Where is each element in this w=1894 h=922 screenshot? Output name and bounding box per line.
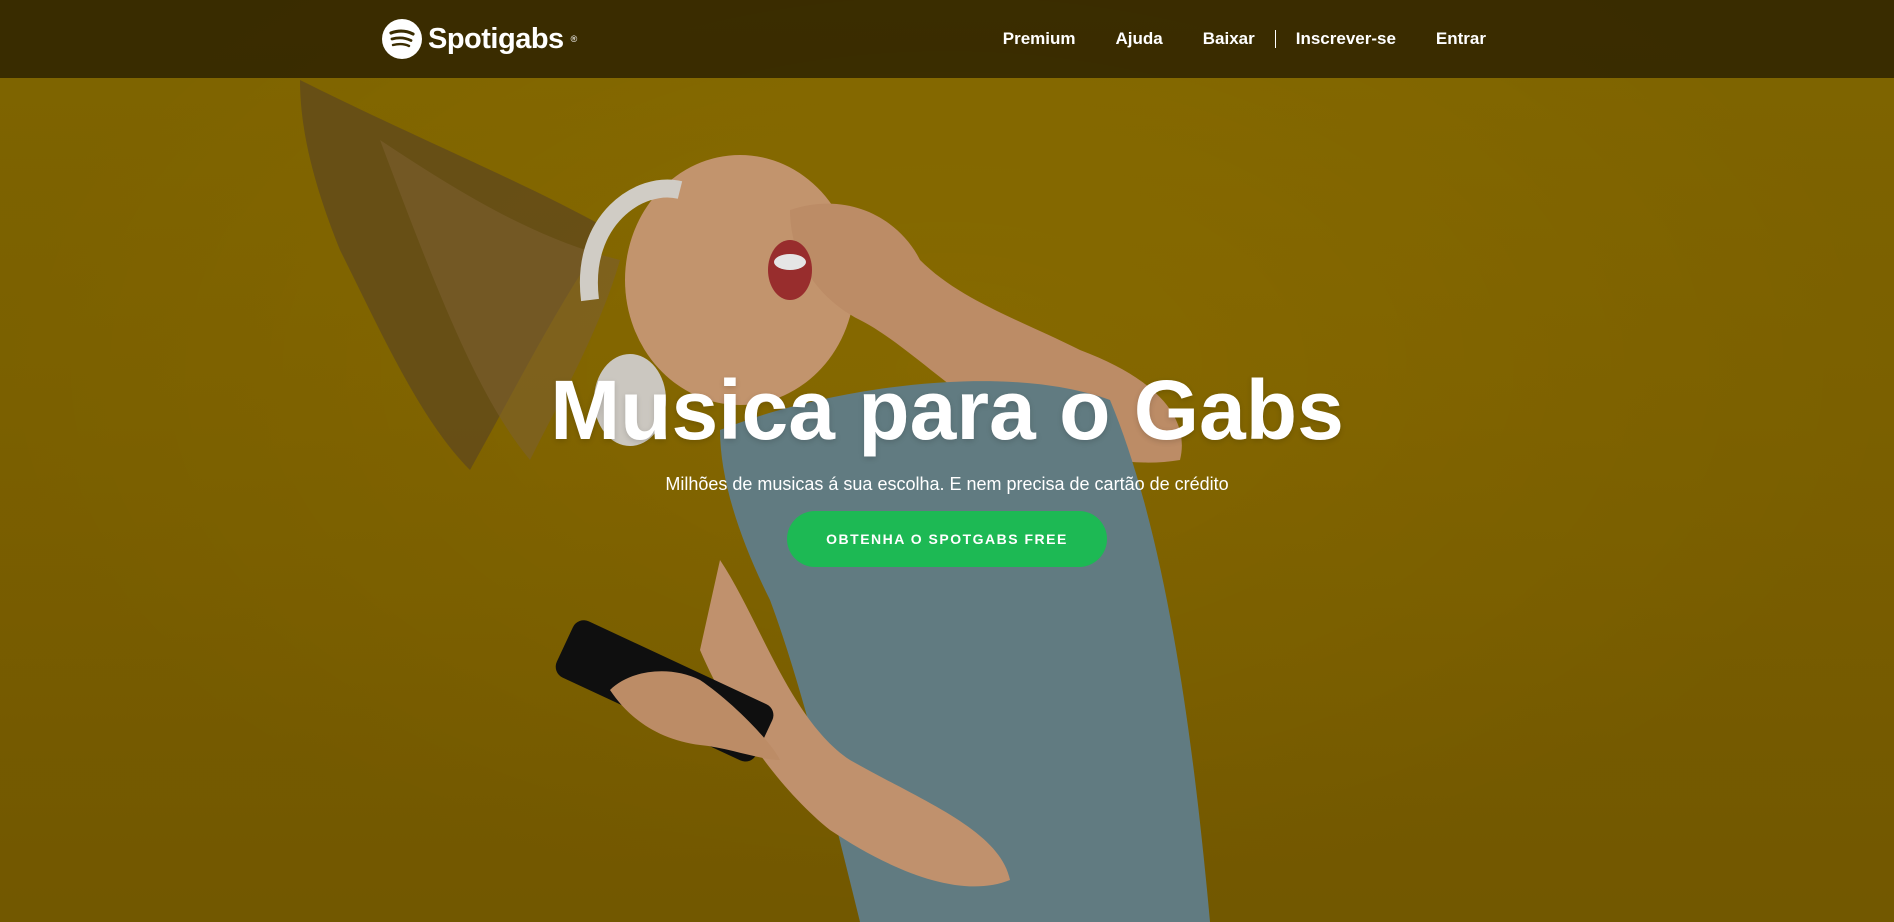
hero-content: Musica para o Gabs Milhões de musicas á … [0, 0, 1894, 922]
hero-section: Spotigabs ® Premium Ajuda Baixar Inscrev… [0, 0, 1894, 922]
hero-title: Musica para o Gabs [550, 363, 1344, 457]
get-free-button[interactable]: OBTENHA O SPOTGABS FREE [787, 511, 1107, 567]
hero-subtitle: Milhões de musicas á sua escolha. E nem … [665, 474, 1229, 494]
